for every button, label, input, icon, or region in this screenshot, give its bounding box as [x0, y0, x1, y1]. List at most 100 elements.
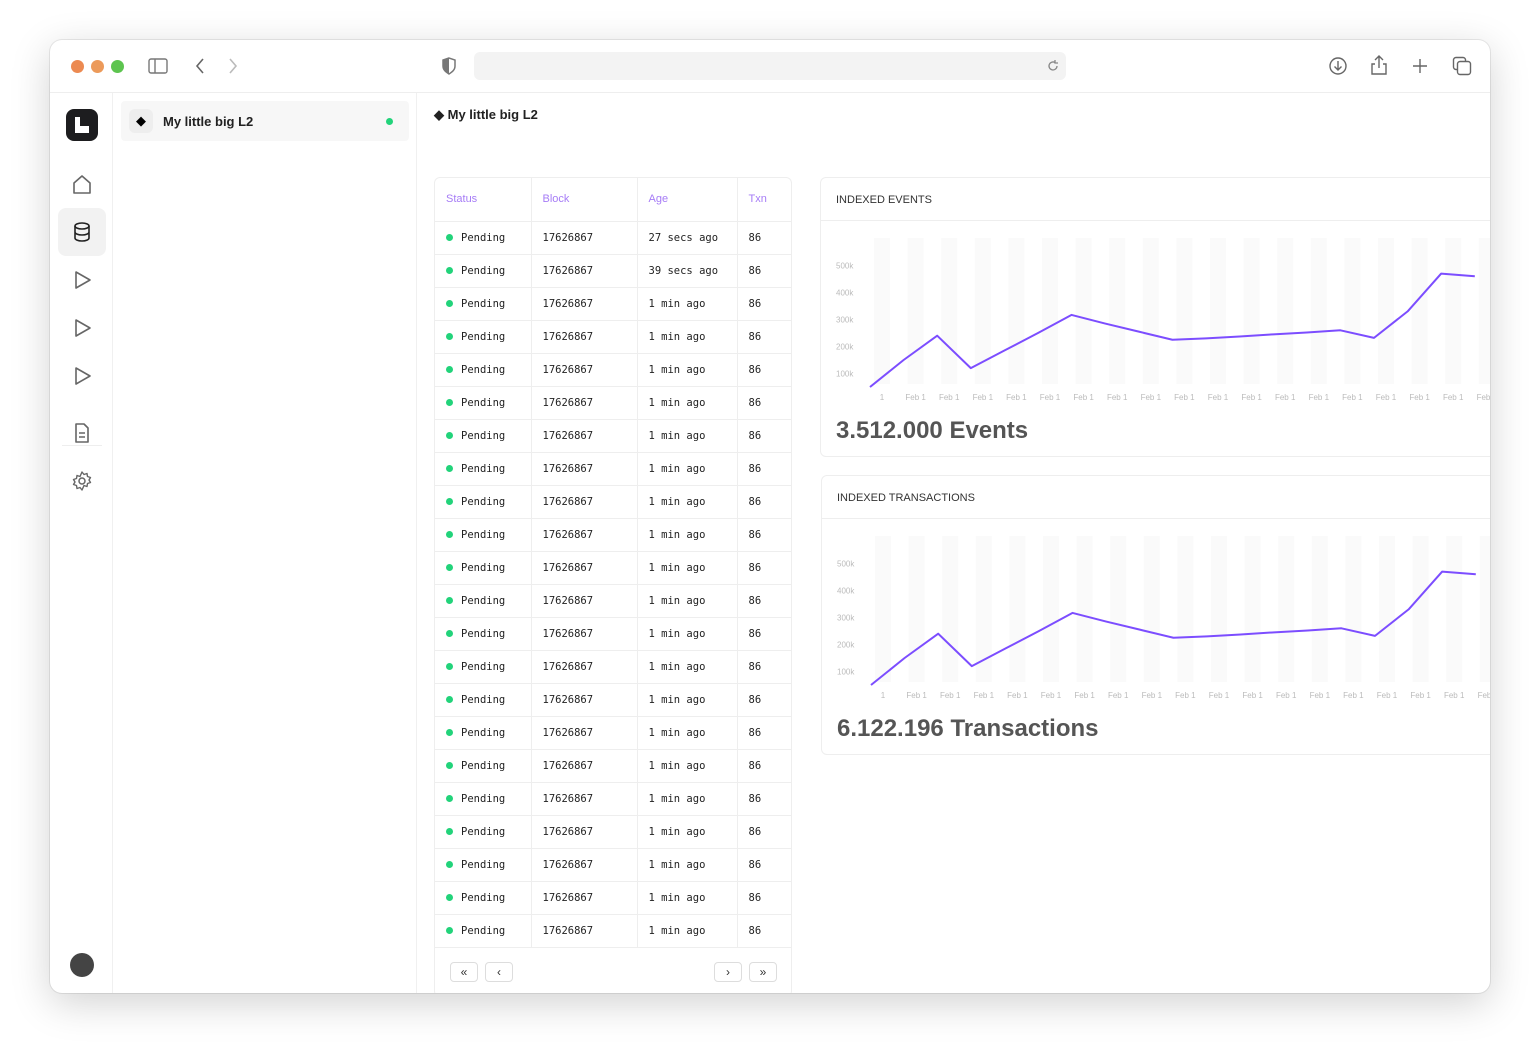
column-header-status[interactable]: Status — [435, 178, 532, 222]
sidebar-item-database[interactable] — [58, 208, 106, 256]
tabs-overview-icon[interactable] — [1452, 56, 1472, 76]
status-dot — [446, 861, 453, 868]
grid-band — [1478, 238, 1490, 384]
table-row[interactable]: Pending 17626867 27 secs ago 86 — [435, 221, 791, 255]
table-row[interactable]: Pending 17626867 1 min ago 86 — [435, 287, 791, 321]
age-cell: 1 min ago — [637, 815, 738, 849]
first-page-button[interactable]: « — [450, 962, 478, 982]
table-row[interactable]: Pending 17626867 1 min ago 86 — [435, 386, 791, 420]
x-tick-label: Feb 1 — [1141, 393, 1162, 402]
grid-band — [1143, 536, 1160, 682]
maximize-window-button[interactable] — [111, 60, 124, 73]
x-tick-label: 1 — [880, 393, 885, 402]
status-dot — [446, 267, 453, 274]
table-row[interactable]: Pending 17626867 1 min ago 86 — [435, 650, 791, 684]
block-cell[interactable]: 17626867 — [531, 584, 638, 618]
block-cell[interactable]: 17626867 — [531, 848, 638, 882]
block-cell[interactable]: 17626867 — [531, 353, 638, 387]
table-row[interactable]: Pending 17626867 1 min ago 86 — [435, 518, 791, 552]
address-bar[interactable] — [474, 52, 1066, 80]
grid-band — [1412, 536, 1429, 682]
next-page-button[interactable]: › — [714, 962, 742, 982]
sidebar-item-play-1[interactable] — [58, 256, 106, 304]
sidebar-item-docs[interactable] — [58, 409, 106, 457]
table-row[interactable]: Pending 17626867 1 min ago 86 — [435, 452, 791, 486]
block-cell[interactable]: 17626867 — [531, 914, 638, 948]
block-cell[interactable]: 17626867 — [531, 617, 638, 651]
block-cell[interactable]: 17626867 — [531, 881, 638, 915]
grid-band — [1177, 536, 1194, 682]
block-cell[interactable]: 17626867 — [531, 485, 638, 519]
status-dot — [446, 498, 453, 505]
table-row[interactable]: Pending 17626867 1 min ago 86 — [435, 914, 791, 948]
block-cell[interactable]: 17626867 — [531, 254, 638, 288]
app-logo[interactable] — [66, 109, 98, 141]
block-cell[interactable]: 17626867 — [531, 815, 638, 849]
txn-cell: 86 — [737, 584, 791, 618]
minimize-window-button[interactable] — [91, 60, 104, 73]
x-tick-label: Feb 1 — [1209, 691, 1230, 700]
column-header-block[interactable]: Block — [531, 178, 638, 222]
status-cell: Pending — [435, 221, 532, 255]
table-row[interactable]: Pending 17626867 1 min ago 86 — [435, 419, 791, 453]
table-row[interactable]: Pending 17626867 39 secs ago 86 — [435, 254, 791, 288]
project-item[interactable]: ◆ My little big L2 — [121, 101, 409, 141]
table-row[interactable]: Pending 17626867 1 min ago 86 — [435, 716, 791, 750]
share-icon[interactable] — [1370, 54, 1388, 76]
back-icon[interactable] — [194, 57, 206, 75]
block-cell[interactable]: 17626867 — [531, 749, 638, 783]
sidebar-item-settings[interactable] — [58, 457, 106, 505]
block-cell[interactable]: 17626867 — [531, 683, 638, 717]
age-cell: 1 min ago — [637, 881, 738, 915]
sidebar-item-home[interactable] — [58, 160, 106, 208]
table-row[interactable]: Pending 17626867 1 min ago 86 — [435, 749, 791, 783]
txn-cell: 86 — [737, 551, 791, 585]
avatar[interactable] — [70, 953, 94, 977]
column-header-txn[interactable]: Txn — [737, 178, 791, 222]
block-cell[interactable]: 17626867 — [531, 287, 638, 321]
table-row[interactable]: Pending 17626867 1 min ago 86 — [435, 485, 791, 519]
last-page-button[interactable]: » — [749, 962, 777, 982]
table-row[interactable]: Pending 17626867 1 min ago 86 — [435, 683, 791, 717]
block-cell[interactable]: 17626867 — [531, 650, 638, 684]
block-cell[interactable]: 17626867 — [531, 551, 638, 585]
column-header-age[interactable]: Age — [637, 178, 738, 222]
reload-icon[interactable] — [1046, 59, 1060, 73]
table-row[interactable]: Pending 17626867 1 min ago 86 — [435, 353, 791, 387]
status-dot — [446, 333, 453, 340]
close-window-button[interactable] — [71, 60, 84, 73]
sidebar-item-play-2[interactable] — [58, 304, 106, 352]
forward-icon[interactable] — [227, 57, 239, 75]
x-tick-label: Feb 1 — [1107, 393, 1128, 402]
prev-page-button[interactable]: ‹ — [485, 962, 513, 982]
x-tick-label: Feb 1 — [1175, 691, 1196, 700]
block-cell[interactable]: 17626867 — [531, 386, 638, 420]
block-cell[interactable]: 17626867 — [531, 782, 638, 816]
download-icon[interactable] — [1328, 56, 1348, 76]
grid-band — [1446, 536, 1463, 682]
sidebar-toggle-icon[interactable] — [148, 57, 168, 75]
table-row[interactable]: Pending 17626867 1 min ago 86 — [435, 617, 791, 651]
x-tick-label: Feb 1 — [1478, 691, 1490, 700]
block-cell[interactable]: 17626867 — [531, 320, 638, 354]
block-cell[interactable]: 17626867 — [531, 716, 638, 750]
block-cell[interactable]: 17626867 — [531, 221, 638, 255]
table-row[interactable]: Pending 17626867 1 min ago 86 — [435, 848, 791, 882]
table-row[interactable]: Pending 17626867 1 min ago 86 — [435, 551, 791, 585]
new-tab-icon[interactable] — [1411, 57, 1429, 75]
y-tick-label: 200k — [837, 641, 855, 650]
ethereum-icon: ◆ — [129, 109, 153, 133]
sidebar-item-play-3[interactable] — [58, 352, 106, 400]
shield-icon[interactable] — [441, 57, 457, 75]
table-row[interactable]: Pending 17626867 1 min ago 86 — [435, 881, 791, 915]
status-dot — [446, 597, 453, 604]
txn-cell: 86 — [737, 683, 791, 717]
table-row[interactable]: Pending 17626867 1 min ago 86 — [435, 584, 791, 618]
block-cell[interactable]: 17626867 — [531, 452, 638, 486]
block-cell[interactable]: 17626867 — [531, 419, 638, 453]
txn-cell: 86 — [737, 848, 791, 882]
table-row[interactable]: Pending 17626867 1 min ago 86 — [435, 815, 791, 849]
table-row[interactable]: Pending 17626867 1 min ago 86 — [435, 782, 791, 816]
table-row[interactable]: Pending 17626867 1 min ago 86 — [435, 320, 791, 354]
block-cell[interactable]: 17626867 — [531, 518, 638, 552]
